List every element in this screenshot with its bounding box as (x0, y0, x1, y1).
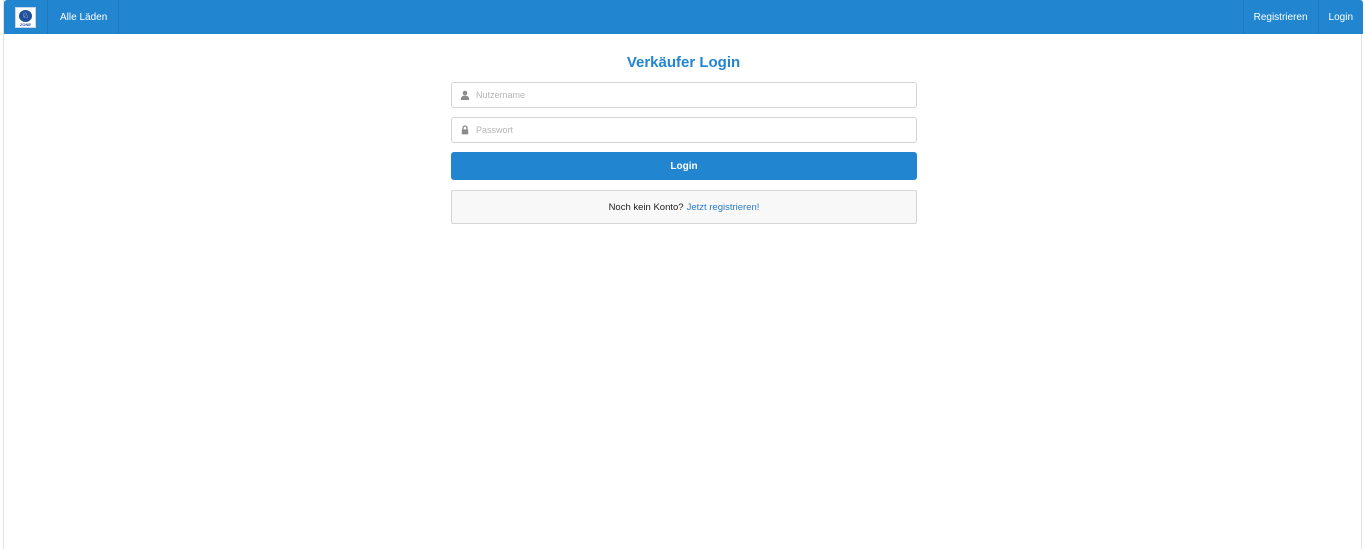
top-navbar: ♘ ZONE Alle Läden Registrieren Login (4, 0, 1363, 34)
nav-all-shops[interactable]: Alle Läden (48, 0, 120, 34)
logo-emblem: ♘ (19, 9, 32, 22)
page-title: Verkäufer Login (626, 54, 741, 71)
lock-icon (459, 124, 471, 136)
register-link[interactable]: Jetzt registrieren! (687, 202, 760, 213)
brand-logo-link[interactable]: ♘ ZONE (4, 0, 48, 34)
register-message: Noch kein Konto? Jetzt registrieren! (451, 190, 917, 224)
nav-login[interactable]: Login (1317, 0, 1363, 34)
nav-register[interactable]: Registrieren (1242, 0, 1318, 34)
user-icon (459, 89, 471, 101)
password-input[interactable] (476, 118, 912, 142)
logo-caption: ZONE (19, 21, 32, 27)
shop-logo-icon: ♘ ZONE (15, 6, 36, 28)
username-input[interactable] (476, 83, 912, 107)
login-button[interactable]: Login (451, 152, 917, 180)
password-field[interactable] (451, 117, 917, 143)
register-prompt: Noch kein Konto? (608, 201, 684, 213)
page-frame: ♘ ZONE Alle Läden Registrieren Login Ver… (3, 0, 1363, 549)
login-form: Verkäufer Login Login Noch kein Konto? (450, 34, 917, 224)
username-field[interactable] (451, 82, 917, 108)
